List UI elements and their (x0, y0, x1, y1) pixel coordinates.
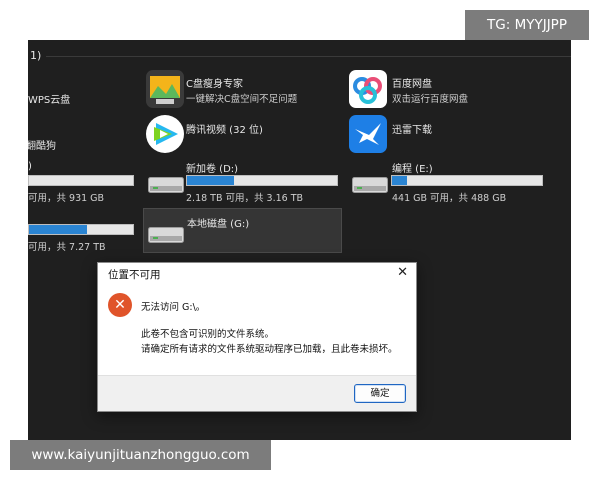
left-drive2-size: 可用，共 7.27 TB (28, 242, 106, 253)
section-divider (46, 56, 571, 57)
xunlei-bird-icon (349, 115, 387, 153)
hard-drive-icon (148, 177, 184, 193)
error-icon: ✕ (108, 293, 132, 317)
left-drive1-usage-bar (28, 175, 134, 186)
dialog-footer: 确定 (98, 375, 416, 411)
app-name: C盘瘦身专家 (186, 79, 243, 90)
drive-name: 编程 (E:) (392, 164, 433, 175)
drive-name: 本地磁盘 (G:) (187, 219, 250, 230)
usage-fill (29, 225, 88, 234)
left-drive2-usage-bar (28, 224, 134, 235)
cdisk-cleaner-icon (146, 70, 184, 108)
drive-g-selected[interactable]: 本地磁盘 (G:) (143, 208, 342, 253)
drive-usage-bar (391, 175, 543, 186)
drive-name: 新加卷 (D:) (186, 164, 239, 175)
app-name: 迅雷下载 (392, 125, 432, 136)
section-header: 1) (30, 49, 42, 62)
error-detail-1: 此卷不包含可识别的文件系统。 (141, 329, 275, 340)
watermark-url: www.kaiyunjituanzhongguo.com (10, 440, 271, 470)
error-detail-2: 请确定所有请求的文件系统驱动程序已加载，且此卷未损坏。 (141, 344, 398, 355)
app-desc: 双击运行百度网盘 (392, 94, 469, 105)
app-name: 百度网盘 (392, 79, 432, 90)
wps-cloud-label[interactable]: WPS云盘 (28, 91, 70, 106)
drive-usage-bar (186, 175, 338, 186)
app-desc: 一键解决C盘空间不足问题 (186, 94, 298, 105)
drive-size: 2.18 TB 可用，共 3.16 TB (186, 193, 304, 204)
app-name: 腾讯视频 (32 位) (186, 125, 263, 136)
kugou-label[interactable]: 翻酷狗 (28, 137, 56, 152)
tencent-video-icon (146, 115, 184, 153)
hard-drive-icon (148, 227, 184, 243)
left-drive1-size: 可用，共 931 GB (28, 193, 105, 204)
usage-fill (187, 176, 234, 185)
location-unavailable-dialog: 位置不可用 ✕ ✕ 无法访问 G:\。 此卷不包含可识别的文件系统。 请确定所有… (97, 262, 417, 412)
dialog-title: 位置不可用 (108, 269, 161, 281)
error-message: 无法访问 G:\。 (141, 302, 206, 313)
close-icon[interactable]: ✕ (397, 265, 408, 280)
left-drive1-label[interactable]: ) (28, 161, 32, 172)
drive-size: 441 GB 可用，共 488 GB (392, 193, 507, 204)
baidu-netdisk-icon (349, 70, 387, 108)
usage-fill (392, 176, 407, 185)
watermark-tg: TG: MYYJJPP (465, 10, 589, 40)
ok-button[interactable]: 确定 (354, 384, 406, 403)
hard-drive-icon (352, 177, 388, 193)
